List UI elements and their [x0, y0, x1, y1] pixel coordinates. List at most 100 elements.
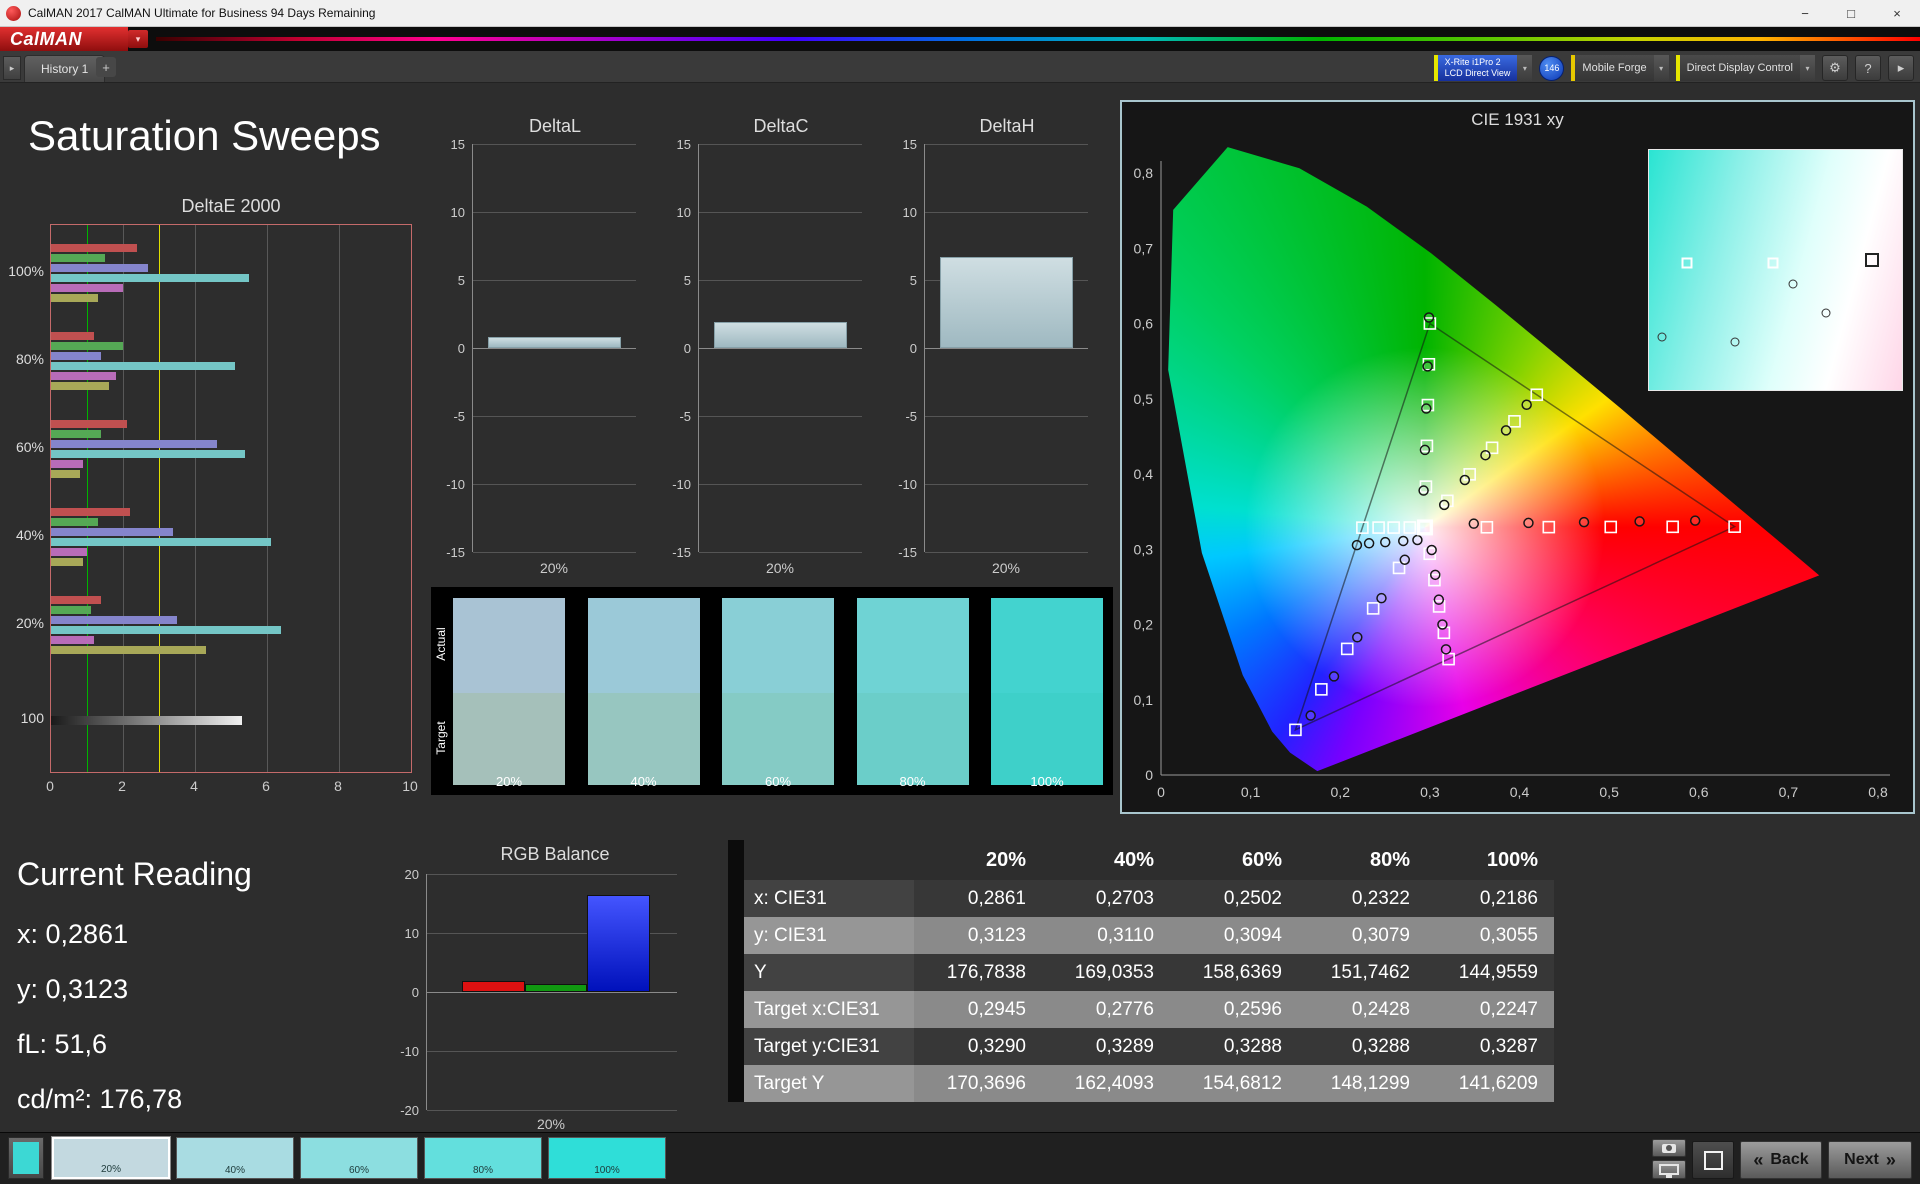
back-button[interactable]: « Back — [1740, 1141, 1822, 1179]
actual-swatch — [722, 598, 834, 693]
cie-measured-cyan — [1363, 538, 1375, 549]
gridline — [473, 211, 636, 213]
patch-swatch-100%[interactable]: 100% — [548, 1137, 666, 1179]
gridline — [925, 415, 1088, 417]
deltah-y-axis: 15 10 5 0 -5 -10 -15 — [892, 137, 920, 560]
current-patch-indicator[interactable] — [8, 1137, 44, 1179]
close-button[interactable]: × — [1874, 0, 1920, 26]
next-button[interactable]: Next » — [1828, 1141, 1912, 1179]
expand-panel-button[interactable]: ▸ — [1888, 55, 1914, 81]
patch-swatch-60%[interactable]: 60% — [300, 1137, 418, 1179]
cie-measured-yellow — [1521, 399, 1532, 411]
calman-logo[interactable]: CalMAN — [0, 27, 128, 51]
deltae-x-tick: 8 — [334, 778, 342, 794]
cie-target-cyan — [1387, 521, 1400, 534]
table-value-cell: 0,3287 — [1426, 1028, 1554, 1065]
table-value-cell: 158,6369 — [1170, 954, 1298, 991]
table-header-row: 20% 40% 60% 80% 100% — [728, 840, 1554, 880]
current-reading-title: Current Reading — [17, 856, 252, 892]
y-tick-label: -5 — [453, 408, 465, 424]
y-tick-label: -10 — [898, 477, 917, 492]
deltae-bar-red — [51, 420, 127, 429]
app-icon — [6, 5, 21, 21]
camera-button[interactable] — [1652, 1139, 1686, 1157]
display-control-button[interactable]: Direct Display Control ▾ — [1675, 55, 1815, 81]
deltah-plot-area — [924, 144, 1088, 553]
actual-row-label: Actual — [434, 627, 448, 661]
gridline — [925, 144, 1088, 145]
y-tick-label: 10 — [450, 204, 465, 220]
patch-swatch-40%[interactable]: 40% — [176, 1137, 294, 1179]
deltac-plot-area — [698, 144, 862, 553]
table-value-cell: 0,3289 — [1042, 1028, 1170, 1065]
deltae-bar-magenta — [51, 636, 95, 645]
y-tick-label: 0 — [683, 341, 691, 356]
cie-target-blue — [1315, 683, 1328, 696]
deltae-bar-cyan — [51, 450, 246, 459]
deltae-bar-magenta — [51, 460, 84, 469]
patch-swatch-20%[interactable]: 20% — [52, 1137, 170, 1179]
deltal-chart-title: DeltaL — [528, 116, 582, 136]
patch-swatch-80%[interactable]: 80% — [424, 1137, 542, 1179]
chevron-down-icon[interactable]: ▾ — [1653, 55, 1669, 81]
meter-select-button[interactable]: X-Rite i1Pro 2 LCD Direct View ▾ — [1433, 55, 1533, 81]
maximize-button[interactable]: □ — [1828, 0, 1874, 26]
table-row: Target y:CIE31 0,3290 0,3289 0,3288 0,3288 0,… — [728, 1028, 1554, 1065]
deltae-y-axis: 100% 80% 60% 40% 20% 100 — [8, 224, 46, 771]
table-value-cell: 0,2945 — [914, 991, 1042, 1028]
swatch-tile: 20% — [453, 598, 565, 795]
swatch-column-label: 100% — [1030, 774, 1064, 789]
cie-x-tick: 0,5 — [1599, 784, 1619, 800]
y-tick-label: -10 — [400, 1044, 419, 1059]
cie-x-tick: 0 — [1157, 784, 1165, 800]
calman-window: CalMAN 2017 CalMAN Ultimate for Business… — [0, 0, 1920, 1184]
cie-target-red — [1604, 520, 1618, 534]
cie-measured-red — [1523, 517, 1534, 529]
table-value-cell: 0,2186 — [1426, 880, 1554, 917]
cie-measured-yellow — [1438, 499, 1450, 511]
current-reading-y: y: 0,3123 — [17, 974, 129, 1004]
deltae-group-label: 100% — [8, 263, 44, 280]
stop-icon — [1703, 1150, 1723, 1170]
gear-icon[interactable]: ⚙ — [1822, 55, 1848, 81]
deltae-bar-blue — [51, 352, 102, 361]
table-value-cell: 169,0353 — [1042, 954, 1170, 991]
table-value-cell: 144,9559 — [1426, 954, 1554, 991]
tab-scroll-button[interactable]: ▸ — [3, 56, 21, 80]
inset-target-square — [1767, 257, 1779, 269]
cie-measured-yellow — [1480, 449, 1491, 461]
cie-measured-red — [1689, 515, 1701, 526]
deltae-bar-red — [51, 332, 95, 341]
minimize-button[interactable]: − — [1782, 0, 1828, 26]
swatch-column-label: 60% — [764, 774, 792, 789]
delta-bar — [713, 322, 848, 348]
table-value-cell: 0,3055 — [1426, 917, 1554, 954]
actual-swatch — [453, 598, 565, 693]
deltah-chart: DeltaH 15 10 5 0 -5 -10 -15 20% — [892, 116, 1092, 586]
table-row: Y 176,7838 169,0353 158,6369 151,7462 144,955… — [728, 954, 1554, 991]
cie-measured-magenta — [1437, 619, 1448, 630]
double-left-arrow-icon: « — [1753, 1149, 1764, 1170]
logo-menu-caret-icon[interactable]: ▾ — [128, 30, 148, 48]
table-edge-strip — [728, 954, 744, 991]
cie-target-cyan — [1403, 521, 1417, 534]
cie-x-tick: 0,3 — [1420, 784, 1440, 800]
chevron-down-icon[interactable]: ▾ — [1517, 55, 1533, 81]
help-button[interactable]: ? — [1855, 55, 1881, 81]
table-row-label: y: CIE31 — [744, 917, 914, 954]
delta-bar — [487, 337, 622, 348]
tab-history-1[interactable]: History 1 — [24, 55, 106, 82]
stop-measure-button[interactable] — [1692, 1141, 1734, 1179]
source-select-button[interactable]: Mobile Forge ▾ — [1571, 55, 1669, 81]
table-value-cell: 170,3696 — [914, 1065, 1042, 1102]
cie-target-cyan — [1372, 521, 1385, 534]
add-tab-button[interactable]: + — [96, 57, 116, 77]
meter-name: X-Rite i1Pro 2 — [1444, 57, 1501, 68]
display-button[interactable] — [1652, 1160, 1686, 1179]
meter-status-badge[interactable]: 146 — [1539, 55, 1565, 81]
swatch-tile: 40% — [587, 598, 700, 795]
chevron-down-icon[interactable]: ▾ — [1800, 55, 1815, 81]
cie-target-blue — [1366, 602, 1380, 615]
table-value-cell: 141,6209 — [1426, 1065, 1554, 1102]
cie-measured-green — [1421, 403, 1432, 414]
